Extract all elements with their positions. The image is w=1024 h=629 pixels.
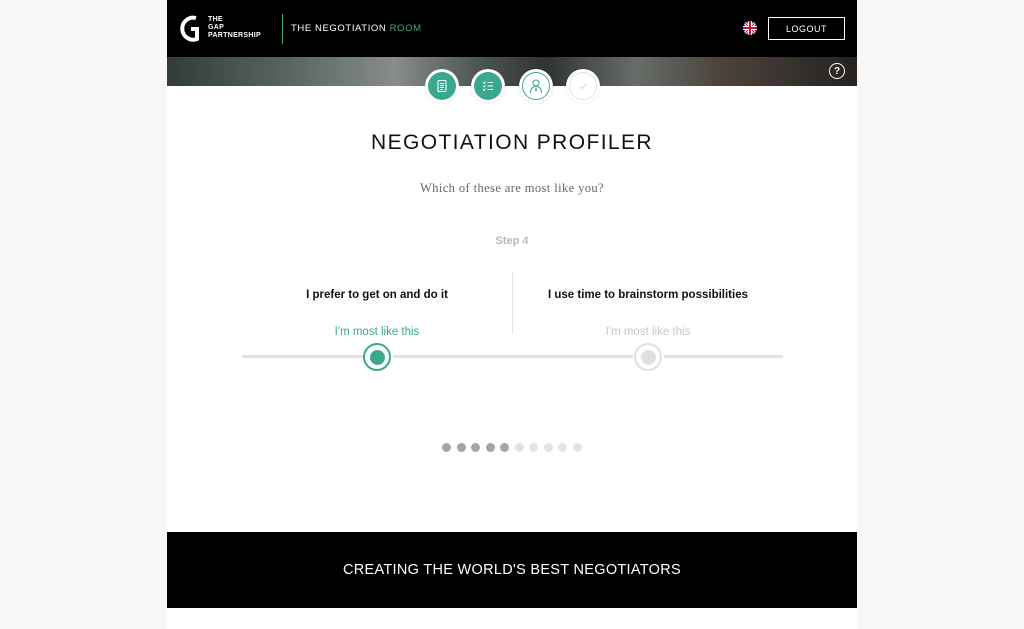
progress-dots bbox=[167, 443, 857, 452]
gap-logo-icon bbox=[180, 15, 199, 42]
slider-track-right bbox=[664, 355, 783, 358]
company-logo-text: THE GAP PARTNERSHIP bbox=[208, 16, 261, 39]
page-title: NEGOTIATION PROFILER bbox=[371, 131, 653, 154]
help-icon[interactable]: ? bbox=[829, 63, 845, 79]
question-subtitle: Which of these are most like you? bbox=[420, 181, 604, 195]
option-1-like-label[interactable]: I'm most like this bbox=[252, 326, 502, 338]
step-indicator bbox=[167, 69, 857, 103]
step-profile[interactable] bbox=[519, 69, 553, 103]
options-divider bbox=[512, 272, 513, 334]
option-2-like-label[interactable]: I'm most like this bbox=[523, 326, 773, 338]
progress-dot bbox=[572, 443, 582, 452]
step-checklist[interactable] bbox=[471, 69, 505, 103]
progress-dot bbox=[500, 443, 510, 452]
option-2-text: I use time to brainstorm possibilities bbox=[547, 289, 748, 301]
progress-dot bbox=[442, 443, 452, 452]
page: THE GAP PARTNERSHIP THE NEGOTIATION ROOM… bbox=[167, 0, 857, 629]
header: THE GAP PARTNERSHIP THE NEGOTIATION ROOM… bbox=[167, 0, 857, 57]
slider-track-middle bbox=[393, 355, 633, 358]
progress-dot bbox=[485, 443, 495, 452]
uk-flag-icon[interactable] bbox=[743, 21, 757, 35]
progress-dot bbox=[529, 443, 539, 452]
footer: CREATING THE WORLD'S BEST NEGOTIATORS bbox=[167, 532, 857, 608]
footer-tagline: CREATING THE WORLD'S BEST NEGOTIATORS bbox=[342, 562, 681, 578]
slider-track-left bbox=[242, 355, 365, 358]
option-2-radio[interactable] bbox=[634, 343, 662, 371]
app-title: THE NEGOTIATION ROOM bbox=[291, 23, 422, 34]
document-icon bbox=[437, 79, 447, 93]
progress-dot bbox=[514, 443, 524, 452]
step-complete[interactable] bbox=[566, 69, 600, 103]
progress-dot bbox=[558, 443, 568, 452]
step-document[interactable] bbox=[425, 69, 459, 103]
option-1-text: I prefer to get on and do it bbox=[306, 289, 448, 301]
checklist-icon bbox=[482, 81, 493, 92]
progress-dot bbox=[543, 443, 553, 452]
step-label: Step 4 bbox=[495, 235, 529, 247]
progress-dot bbox=[456, 443, 466, 452]
option-1-radio[interactable] bbox=[363, 343, 391, 371]
logout-button[interactable]: LOGOUT bbox=[768, 17, 845, 40]
check-icon bbox=[579, 83, 587, 90]
header-divider bbox=[282, 14, 283, 44]
progress-dot bbox=[471, 443, 481, 452]
person-icon bbox=[529, 79, 543, 94]
